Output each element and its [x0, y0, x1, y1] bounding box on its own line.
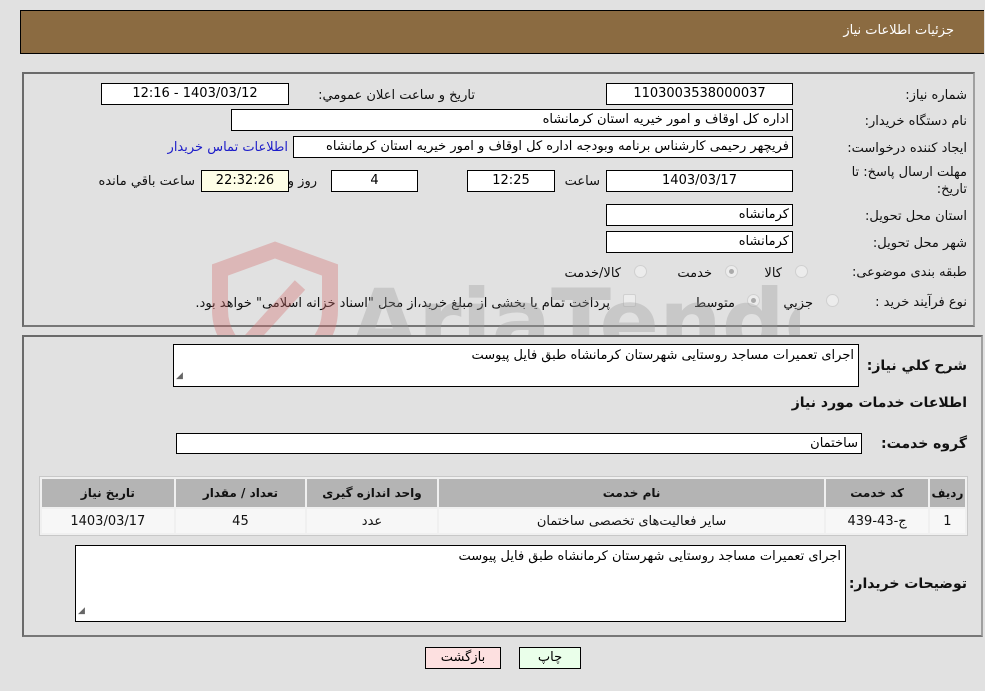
cell-quantity: 45 [175, 509, 306, 533]
cell-row-number: 1 [929, 509, 965, 533]
purchase-type-option-medium: متوسط [694, 296, 735, 311]
services-heading: اطلاعات خدمات مورد نياز [791, 395, 967, 411]
buyer-org-field: اداره کل اوقاف و امور خیریه استان کرمانش… [231, 109, 793, 131]
purchase-type-radio-medium[interactable] [747, 294, 760, 307]
services-table: رديف کد خدمت نام خدمت واحد اندازه گيری ت… [39, 476, 968, 536]
need-number-label: شماره نیاز: [905, 88, 967, 103]
purchase-type-option-minor: جزيي [783, 296, 813, 311]
deadline-time-label: ساعت [564, 174, 600, 189]
creator-field: فریچهر رحیمی کارشناس برنامه وبودجه اداره… [293, 136, 793, 158]
table-header-row: رديف کد خدمت نام خدمت واحد اندازه گيری ت… [42, 479, 965, 507]
announce-date-field: 1403/03/12 - 12:16 [101, 83, 289, 105]
cell-need-date: 1403/03/17 [42, 509, 174, 533]
purchase-type-radio-minor[interactable] [826, 294, 839, 307]
remaining-time-label: ساعت باقي مانده [98, 174, 195, 189]
back-button[interactable]: بازگشت [425, 647, 501, 669]
province-field: کرمانشاه [606, 204, 793, 226]
col-service-name: نام خدمت [438, 479, 825, 507]
deadline-time-field: 12:25 [467, 170, 555, 192]
treasury-checkbox[interactable] [623, 294, 636, 307]
category-option-goods: کالا [764, 266, 782, 281]
deadline-date-field: 1403/03/17 [606, 170, 793, 192]
category-label: طبقه بندی موضوعی: [851, 265, 967, 280]
buyer-notes-textarea[interactable]: اجرای تعمیرات مساجد روستایی شهرستان کرما… [75, 545, 846, 622]
treasury-note: پرداخت تمام يا بخشی از مبلغ خريد،از محل … [195, 296, 610, 311]
category-option-service: خدمت [677, 266, 712, 281]
city-label: شهر محل تحويل: [872, 236, 967, 251]
col-need-date: تاريخ نياز [42, 479, 174, 507]
days-remaining-field: 4 [331, 170, 418, 192]
col-unit: واحد اندازه گيری [307, 479, 437, 507]
resize-grip-icon[interactable]: ◢ [78, 602, 85, 620]
service-group-label: گروه خدمت: [881, 436, 967, 452]
announce-date-label: تاریخ و ساعت اعلان عمومي: [318, 88, 475, 103]
buyer-notes-label: توضيحات خريدار: [848, 576, 967, 592]
service-group-field: ساختمان [176, 433, 862, 454]
need-number-field: 1103003538000037 [606, 83, 793, 105]
cell-unit: عدد [307, 509, 437, 533]
buyer-contact-link[interactable]: اطلاعات تماس خريدار [168, 140, 288, 155]
days-label: روز و [287, 174, 317, 189]
cell-service-code: ج-43-439 [826, 509, 928, 533]
buyer-notes-text: اجرای تعمیرات مساجد روستایی شهرستان کرما… [458, 549, 841, 564]
col-quantity: تعداد / مقدار [175, 479, 306, 507]
col-service-code: کد خدمت [826, 479, 928, 507]
print-button[interactable]: چاپ [519, 647, 581, 669]
deadline-label-line1: مهلت ارسال پاسخ: تا [851, 165, 967, 180]
general-desc-textarea[interactable]: اجرای تعمیرات مساجد روستایی شهرستان کرما… [173, 344, 859, 387]
purchase-type-label: نوع فرآيند خريد : [875, 295, 967, 310]
table-row: 1 ج-43-439 سایر فعالیت‌های تخصصی ساختمان… [42, 509, 965, 533]
page-title: جزئیات اطلاعات نیاز [843, 23, 954, 38]
remaining-time-field: 22:32:26 [201, 170, 289, 192]
city-field: کرمانشاه [606, 231, 793, 253]
category-option-goods-service: کالا/خدمت [564, 266, 621, 281]
category-radio-service[interactable] [725, 265, 738, 278]
general-desc-label: شرح کلي نياز: [866, 358, 967, 374]
buyer-org-label: نام دستگاه خريدار: [864, 114, 967, 129]
category-radio-goods[interactable] [795, 265, 808, 278]
col-row-number: رديف [929, 479, 965, 507]
cell-service-name: سایر فعالیت‌های تخصصی ساختمان [438, 509, 825, 533]
resize-grip-icon[interactable]: ◢ [176, 367, 183, 385]
province-label: استان محل تحويل: [865, 209, 967, 224]
category-radio-goods-service[interactable] [634, 265, 647, 278]
general-desc-text: اجرای تعمیرات مساجد روستایی شهرستان کرما… [471, 348, 854, 363]
deadline-label-line2: تاريخ: [936, 182, 967, 197]
page-header: جزئیات اطلاعات نیاز [20, 10, 984, 54]
creator-label: ايجاد کننده درخواست: [847, 141, 967, 156]
